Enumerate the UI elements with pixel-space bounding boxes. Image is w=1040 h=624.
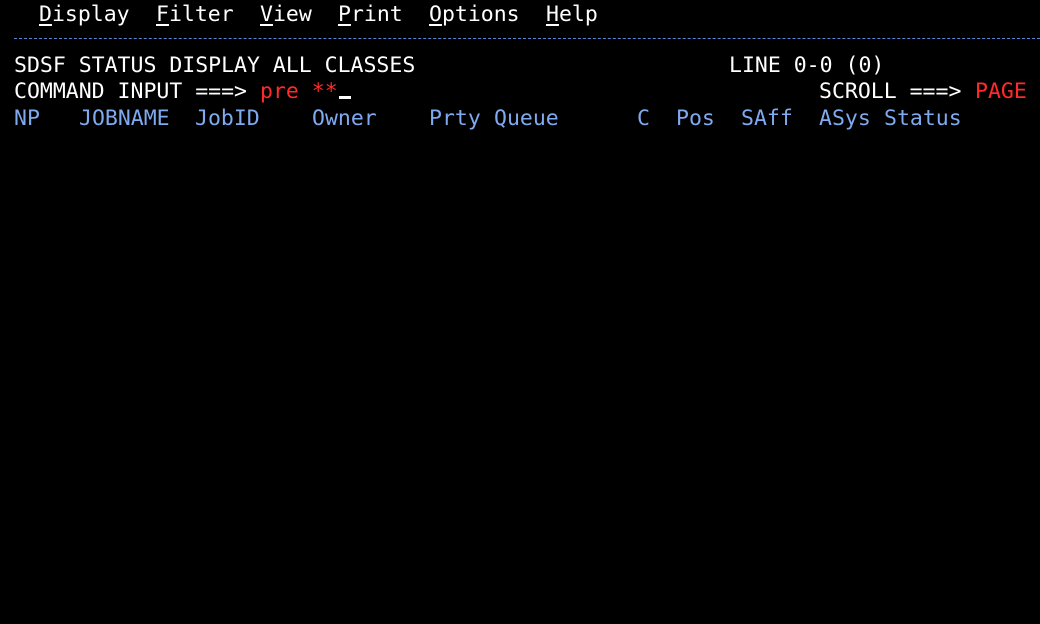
menu-display-label: isplay bbox=[51, 2, 130, 27]
column-status[interactable]: Status bbox=[884, 106, 962, 132]
menu-display-mnemonic: D bbox=[39, 2, 52, 27]
menu-separator bbox=[14, 38, 1040, 39]
menu-display[interactable]: Display bbox=[39, 2, 130, 28]
menu-print-label: rint bbox=[350, 2, 403, 27]
title-row: SDSF STATUS DISPLAY ALL CLASSES LINE 0-0… bbox=[0, 53, 1040, 79]
line-info: LINE 0-0 (0) bbox=[729, 53, 885, 78]
menu-options[interactable]: Options bbox=[429, 2, 520, 28]
menu-help-label: elp bbox=[558, 2, 598, 27]
menu-filter-mnemonic: F bbox=[156, 2, 169, 27]
scroll-label: SCROLL ===> bbox=[819, 79, 962, 104]
menu-bar: Display Filter View Print Options Help bbox=[0, 2, 598, 28]
column-queue[interactable]: Queue bbox=[494, 106, 559, 132]
text-cursor bbox=[338, 96, 351, 99]
column-header-row: NP JOBNAME JobID Owner Prty Queue C Pos … bbox=[0, 106, 1040, 132]
menu-view-label: iew bbox=[272, 2, 312, 27]
command-label: COMMAND INPUT ===> bbox=[14, 79, 247, 104]
menu-filter-label: ilter bbox=[168, 2, 234, 27]
panel-title: SDSF STATUS DISPLAY ALL CLASSES bbox=[14, 53, 416, 78]
column-pos[interactable]: Pos bbox=[676, 106, 715, 132]
menu-options-label: ptions bbox=[441, 2, 520, 27]
job-list bbox=[0, 132, 1040, 624]
menu-print[interactable]: Print bbox=[338, 2, 403, 28]
column-np[interactable]: NP bbox=[14, 106, 40, 132]
command-input-value: pre ** bbox=[260, 79, 338, 104]
menu-help-mnemonic: H bbox=[546, 2, 559, 27]
column-saff[interactable]: SAff bbox=[741, 106, 793, 132]
column-prty[interactable]: Prty bbox=[429, 106, 481, 132]
column-owner[interactable]: Owner bbox=[312, 106, 377, 132]
menu-print-mnemonic: P bbox=[338, 2, 351, 27]
column-jobname[interactable]: JOBNAME bbox=[79, 106, 170, 132]
menu-view-mnemonic: V bbox=[260, 2, 273, 27]
menu-help[interactable]: Help bbox=[546, 2, 598, 28]
column-asys[interactable]: ASys bbox=[819, 106, 871, 132]
command-input[interactable]: pre ** bbox=[260, 79, 351, 105]
menu-filter[interactable]: Filter bbox=[156, 2, 234, 28]
scroll-input[interactable]: PAGE bbox=[975, 79, 1027, 105]
command-row: COMMAND INPUT ===> pre ** SCROLL ===> PA… bbox=[0, 79, 1040, 105]
column-c[interactable]: C bbox=[637, 106, 650, 132]
column-jobid[interactable]: JobID bbox=[195, 106, 260, 132]
menu-options-mnemonic: O bbox=[429, 2, 442, 27]
menu-view[interactable]: View bbox=[260, 2, 312, 28]
